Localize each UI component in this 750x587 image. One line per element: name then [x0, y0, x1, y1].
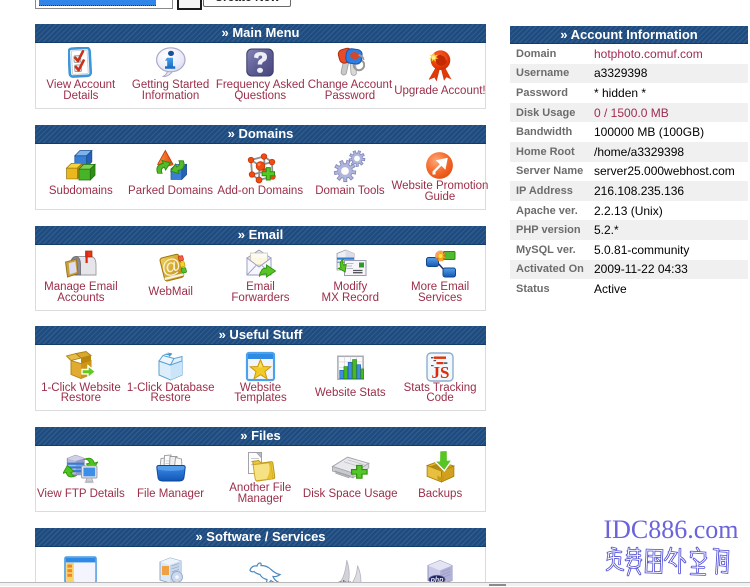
svg-text:JS: JS — [432, 363, 450, 382]
